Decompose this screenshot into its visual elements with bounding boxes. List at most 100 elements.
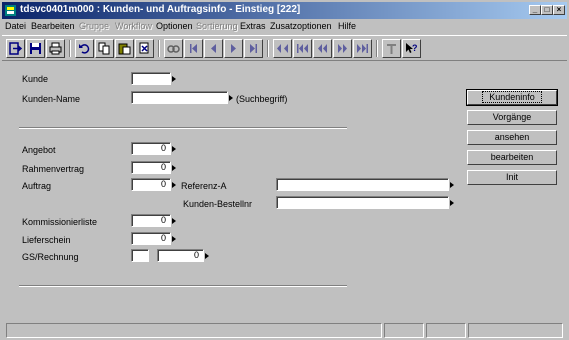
menu-zusatzoptionen[interactable]: Zusatzoptionen <box>270 21 332 31</box>
first-record-icon <box>190 44 197 53</box>
context-help-button[interactable]: ? <box>402 39 421 58</box>
bearbeiten-button[interactable]: bearbeiten <box>467 150 557 165</box>
status-cell <box>384 323 424 338</box>
toolbar-separator <box>376 40 378 57</box>
angebot-label: Angebot <box>22 145 56 155</box>
gs-rechnung-zoom-arrow[interactable] <box>205 253 209 259</box>
first-page-icon <box>277 44 288 53</box>
application-window: tdsvc0401m000 : Kunden- und Auftragsinfo… <box>0 0 569 340</box>
last-page-icon <box>357 44 368 53</box>
paste-icon <box>118 43 131 55</box>
previous-record-button[interactable] <box>204 39 223 58</box>
print-button[interactable] <box>46 39 65 58</box>
delete-icon <box>139 42 149 54</box>
auftrag-zoom-arrow[interactable] <box>172 182 176 188</box>
kundeninfo-button[interactable]: Kundeninfo <box>466 89 558 106</box>
suchbegriff-hint: (Suchbegriff) <box>236 94 288 104</box>
context-help-icon: ? <box>406 43 418 53</box>
minimize-button[interactable]: _ <box>529 5 541 15</box>
fast-back-button[interactable] <box>313 39 332 58</box>
last-record-icon <box>250 44 257 53</box>
section-divider <box>19 127 347 129</box>
exit-button[interactable] <box>6 39 25 58</box>
menu-extras[interactable]: Extras <box>240 21 266 31</box>
angebot-field[interactable]: 0 <box>131 142 171 155</box>
ansehen-button[interactable]: ansehen <box>467 130 557 145</box>
undo-button[interactable] <box>75 39 94 58</box>
auftrag-field[interactable]: 0 <box>131 178 171 191</box>
form-area: Kunde Kunden-Name (Suchbegriff) Angebot … <box>2 62 567 320</box>
kommissionierliste-label: Kommissionierliste <box>22 217 98 227</box>
menu-workflow[interactable]: Workflow <box>115 21 152 31</box>
auftrag-label: Auftrag <box>22 181 52 191</box>
previous-page-button[interactable] <box>293 39 312 58</box>
exit-icon <box>9 42 22 55</box>
kommissionierliste-zoom-arrow[interactable] <box>172 218 176 224</box>
kunden-name-field[interactable] <box>131 91 228 104</box>
angebot-zoom-arrow[interactable] <box>172 146 176 152</box>
last-page-button[interactable] <box>353 39 372 58</box>
menu-hilfe[interactable]: Hilfe <box>338 21 356 31</box>
status-cell <box>426 323 466 338</box>
rahmenvertrag-field[interactable]: 0 <box>131 161 171 174</box>
referenz-a-label: Referenz-A <box>181 181 227 191</box>
gs-rechnung-field[interactable]: 0 <box>157 249 204 262</box>
referenz-a-field[interactable] <box>276 178 449 191</box>
kunde-field[interactable] <box>131 72 171 85</box>
kommissionierliste-field[interactable]: 0 <box>131 214 171 227</box>
copy-icon <box>98 42 110 55</box>
lieferschein-zoom-arrow[interactable] <box>172 236 176 242</box>
paste-button[interactable] <box>115 39 134 58</box>
text-icon <box>387 44 396 54</box>
close-button[interactable]: × <box>553 5 565 15</box>
kunden-name-zoom-arrow[interactable] <box>229 95 233 101</box>
menu-optionen[interactable]: Optionen <box>156 21 193 31</box>
menu-bar: Datei Bearbeiten Gruppe Workflow Optione… <box>2 20 567 34</box>
toolbar: ? <box>2 35 567 61</box>
referenz-a-zoom-arrow[interactable] <box>450 182 454 188</box>
find-icon <box>167 45 180 53</box>
next-record-icon <box>231 44 236 53</box>
save-icon <box>30 43 41 54</box>
next-page-button[interactable] <box>333 39 352 58</box>
vorgaenge-button[interactable]: Vorgänge <box>467 110 557 125</box>
lieferschein-label: Lieferschein <box>22 235 71 245</box>
next-record-button[interactable] <box>224 39 243 58</box>
kunden-bestellnr-field[interactable] <box>276 196 449 209</box>
save-button[interactable] <box>26 39 45 58</box>
menu-datei[interactable]: Datei <box>5 21 26 31</box>
text-button[interactable] <box>382 39 401 58</box>
copy-button[interactable] <box>95 39 114 58</box>
maximize-button[interactable]: □ <box>541 5 553 15</box>
rahmenvertrag-label: Rahmenvertrag <box>22 164 85 174</box>
menu-gruppe[interactable]: Gruppe <box>79 21 109 31</box>
delete-button[interactable] <box>135 39 154 58</box>
kunde-label: Kunde <box>22 74 49 84</box>
section-divider <box>19 285 347 287</box>
previous-record-icon <box>211 44 216 53</box>
status-message <box>6 323 382 338</box>
find-button[interactable] <box>164 39 183 58</box>
next-page-icon <box>338 44 347 53</box>
rahmenvertrag-zoom-arrow[interactable] <box>172 165 176 171</box>
first-record-button[interactable] <box>184 39 203 58</box>
first-page-button[interactable] <box>273 39 292 58</box>
kunde-zoom-arrow[interactable] <box>172 76 176 82</box>
gs-rechnung-prefix-field[interactable] <box>131 249 149 262</box>
window-title: tdsvc0401m000 : Kunden- und Auftragsinfo… <box>20 4 301 15</box>
toolbar-separator <box>158 40 160 57</box>
menu-bearbeiten[interactable]: Bearbeiten <box>31 21 75 31</box>
kunden-name-label: Kunden-Name <box>22 94 81 104</box>
toolbar-separator <box>69 40 71 57</box>
lieferschein-field[interactable]: 0 <box>131 232 171 245</box>
kundeninfo-button-label: Kundeninfo <box>482 91 542 103</box>
kunden-bestellnr-label: Kunden-Bestellnr <box>183 199 253 209</box>
kunden-bestellnr-zoom-arrow[interactable] <box>450 200 454 206</box>
menu-sortierung[interactable]: Sortierung <box>196 21 238 31</box>
undo-icon <box>79 44 90 54</box>
last-record-button[interactable] <box>244 39 263 58</box>
title-bar: tdsvc0401m000 : Kunden- und Auftragsinfo… <box>2 2 567 19</box>
init-button[interactable]: Init <box>467 170 557 185</box>
status-bar <box>2 323 567 338</box>
toolbar-separator <box>267 40 269 57</box>
